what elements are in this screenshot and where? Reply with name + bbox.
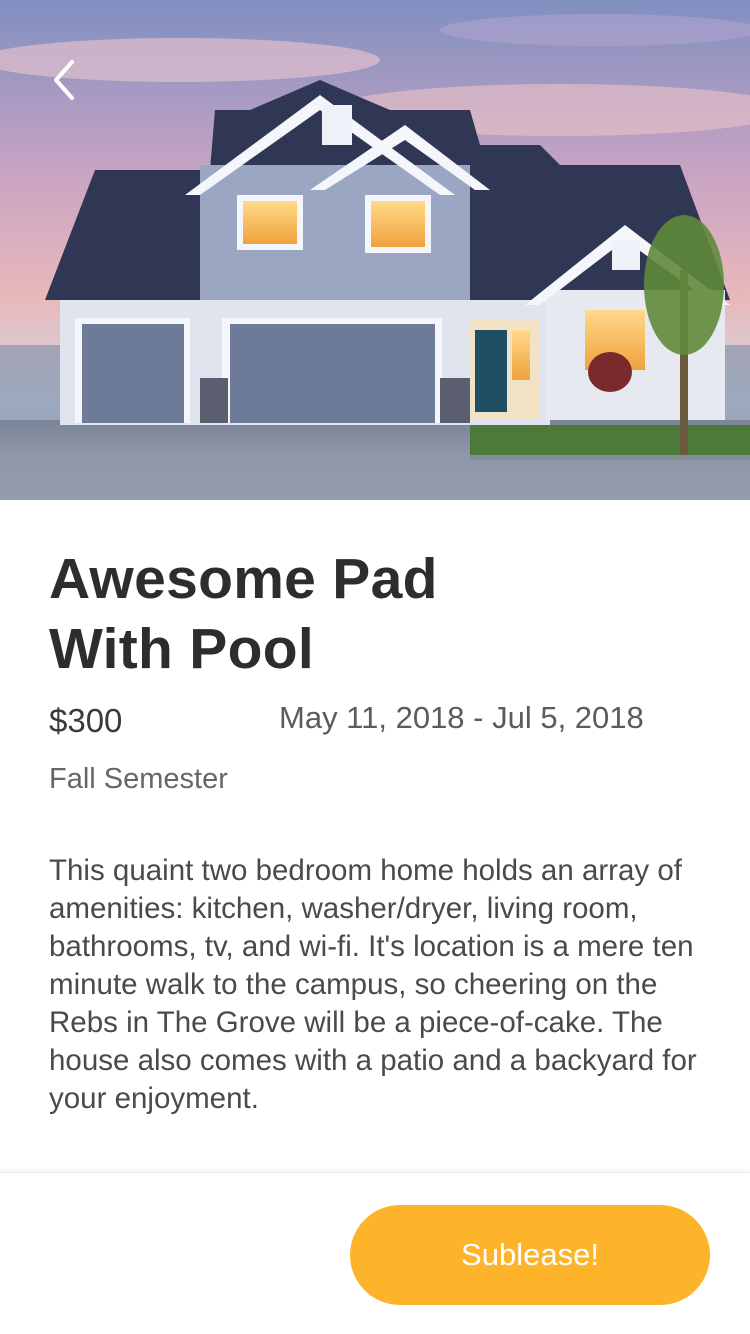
house-photo — [0, 0, 750, 500]
bottom-action-bar: Sublease! — [0, 1172, 750, 1334]
sublease-button[interactable]: Sublease! — [350, 1205, 710, 1305]
listing-photo — [0, 0, 750, 500]
back-button[interactable] — [36, 52, 92, 108]
listing-price: $300 — [49, 702, 123, 739]
chevron-left-icon — [54, 60, 74, 100]
listing-description: This quaint two bedroom home holds an ar… — [49, 854, 697, 1115]
listing-date-range: May 11, 2018 - Jul 5, 2018 — [279, 700, 644, 735]
listing-term: Fall Semester — [49, 763, 228, 795]
listing-title: Awesome Pad With Pool — [49, 547, 438, 681]
